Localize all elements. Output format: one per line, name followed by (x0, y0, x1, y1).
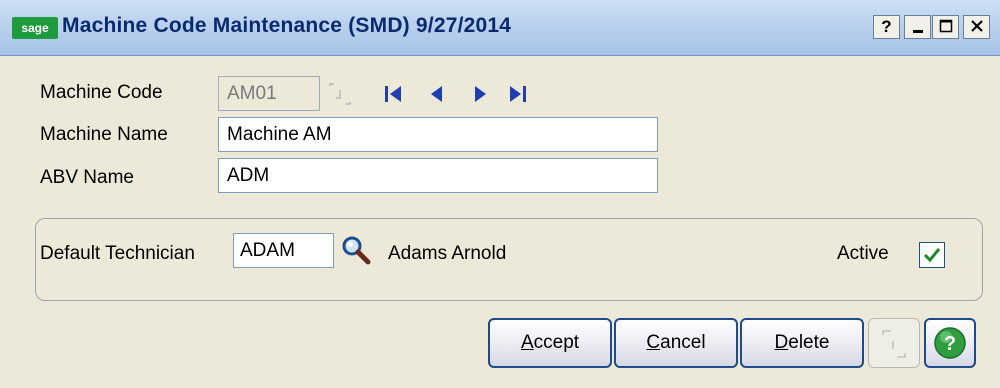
cancel-label: ancel (660, 332, 706, 353)
default-technician-field[interactable]: ADAM (233, 233, 334, 268)
help-icon: ? (934, 327, 966, 359)
maximize-button[interactable] (932, 15, 959, 39)
active-label: Active (837, 243, 889, 264)
machine-code-maintenance-window: sage Machine Code Maintenance (SMD) 9/27… (0, 0, 1000, 388)
minimize-button[interactable] (904, 15, 931, 39)
placeholder-icon (882, 330, 906, 358)
accept-hotkey: A (520, 332, 534, 353)
last-record-icon[interactable] (503, 80, 531, 108)
window-title: Machine Code Maintenance (SMD) 9/27/2014 (62, 14, 512, 37)
delete-label: elete (788, 332, 830, 353)
maximize-icon (939, 19, 952, 33)
cancel-hotkey: C (646, 332, 661, 353)
previous-record-icon[interactable] (423, 80, 451, 108)
close-icon (970, 20, 983, 32)
search-icon[interactable] (340, 234, 372, 266)
abv-name-field[interactable]: ADM (218, 158, 658, 193)
svg-text:?: ? (944, 333, 956, 355)
checkmark-icon (923, 248, 941, 263)
lookup-placeholder-icon (329, 83, 351, 105)
machine-code-label: Machine Code (40, 82, 163, 103)
active-checkbox[interactable] (919, 242, 945, 268)
technician-name: Adams Arnold (388, 243, 507, 264)
minimize-icon (912, 30, 923, 33)
cancel-button[interactable]: Cancel (614, 318, 738, 368)
machine-code-field: AM01 (218, 76, 320, 111)
accept-label: ccept (533, 332, 580, 353)
machine-name-label: Machine Name (40, 124, 168, 145)
help-title-button[interactable]: ? (873, 15, 900, 39)
help-button[interactable]: ? (924, 318, 976, 368)
first-record-icon[interactable] (380, 80, 408, 108)
abv-name-label: ABV Name (40, 167, 134, 188)
accept-button[interactable]: Accept (488, 318, 612, 368)
title-bar[interactable]: sage Machine Code Maintenance (SMD) 9/27… (0, 0, 1000, 56)
sage-logo: sage (12, 17, 58, 39)
disabled-button (868, 318, 920, 368)
machine-name-field[interactable]: Machine AM (218, 117, 658, 152)
delete-button[interactable]: Delete (740, 318, 864, 368)
default-technician-label: Default Technician (40, 243, 195, 264)
delete-hotkey: D (774, 332, 789, 353)
close-button[interactable] (963, 15, 990, 39)
next-record-icon[interactable] (466, 80, 494, 108)
